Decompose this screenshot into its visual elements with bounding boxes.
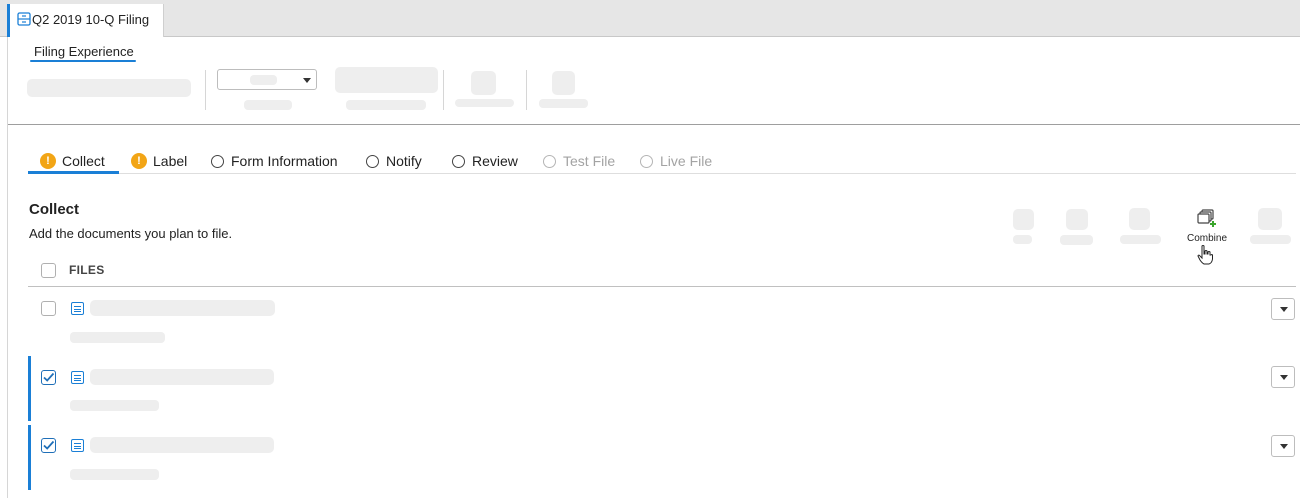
combine-button[interactable]: Combine (1180, 206, 1234, 268)
toolbar-label-placeholder (1250, 235, 1291, 244)
files-divider (28, 286, 1296, 287)
header-field-placeholder (27, 79, 191, 97)
step-live-file[interactable]: Live File (640, 151, 712, 171)
document-tab-label: Q2 2019 10-Q Filing (32, 12, 150, 27)
active-step-indicator (28, 171, 119, 174)
empty-circle-icon (452, 154, 465, 168)
chevron-down-icon (1280, 444, 1288, 449)
warning-icon: ! (131, 153, 147, 169)
step-notify[interactable]: Notify (366, 151, 422, 171)
warning-icon: ! (40, 153, 56, 169)
step-label: Review (472, 153, 518, 169)
selected-row-indicator (28, 425, 31, 490)
section-subtitle: Add the documents you plan to file. (29, 226, 233, 241)
document-icon (71, 439, 84, 452)
checkmark-icon (43, 440, 55, 450)
step-label: Collect (62, 153, 105, 169)
header-field-placeholder (539, 99, 588, 108)
file-name-placeholder[interactable] (90, 300, 275, 316)
empty-circle-icon (366, 154, 379, 168)
toolbar-button-placeholder[interactable] (1066, 209, 1088, 230)
step-label: Label (153, 153, 188, 169)
step-label: Test File (563, 153, 616, 169)
section-title: Collect (29, 201, 80, 218)
document-icon (71, 302, 84, 315)
step-review[interactable]: Review (452, 151, 518, 171)
combine-label: Combine (1186, 233, 1228, 244)
combine-documents-icon (1197, 209, 1216, 227)
header-field-placeholder (346, 100, 426, 110)
content-frame-border (7, 37, 8, 498)
toolbar-label-placeholder (1120, 235, 1161, 244)
toolbar-button-placeholder[interactable] (1129, 208, 1150, 230)
row-checkbox[interactable] (41, 370, 56, 385)
header-divider (8, 124, 1300, 125)
chevron-down-icon (303, 78, 311, 83)
toolbar-label-placeholder (1013, 235, 1032, 244)
file-meta-placeholder (70, 400, 159, 411)
header-field-placeholder (455, 99, 514, 107)
document-icon (71, 371, 84, 384)
step-test-file[interactable]: Test File (543, 151, 615, 171)
step-label: Form Information (231, 153, 338, 169)
window-tab-strip (0, 0, 1300, 36)
row-checkbox[interactable] (41, 301, 56, 316)
header-field-placeholder (471, 71, 496, 95)
row-actions-dropdown[interactable] (1271, 366, 1295, 388)
header-field-placeholder (244, 100, 292, 110)
chevron-down-icon (1280, 375, 1288, 380)
row-actions-dropdown[interactable] (1271, 298, 1295, 320)
header-separator (205, 70, 206, 110)
steps-baseline (28, 173, 1296, 174)
step-form-information[interactable]: Form Information (211, 151, 338, 171)
select-all-checkbox[interactable] (41, 263, 56, 278)
step-collect[interactable]: ! Collect (40, 151, 105, 171)
checkmark-icon (43, 372, 55, 382)
toolbar-button-placeholder[interactable] (1013, 209, 1034, 230)
tab-filing-experience[interactable]: Filing Experience (34, 44, 134, 59)
row-actions-dropdown[interactable] (1271, 435, 1295, 457)
files-column-header: FILES (69, 263, 105, 277)
file-meta-placeholder (70, 469, 159, 480)
empty-circle-icon (211, 154, 224, 168)
header-field-placeholder (335, 67, 438, 93)
toolbar-button-placeholder[interactable] (1258, 208, 1282, 230)
chevron-down-icon (1280, 307, 1288, 312)
filing-cabinet-icon (17, 12, 31, 26)
file-meta-placeholder (70, 332, 165, 343)
header-separator (526, 70, 527, 110)
empty-circle-icon (543, 154, 556, 168)
file-name-placeholder[interactable] (90, 369, 274, 385)
row-checkbox[interactable] (41, 438, 56, 453)
period-select-placeholder (250, 75, 277, 85)
step-label-step[interactable]: ! Label (131, 151, 187, 171)
header-separator (443, 70, 444, 110)
tab-strip-border (0, 36, 1300, 37)
active-tab-indicator (30, 60, 136, 62)
file-name-placeholder[interactable] (90, 437, 274, 453)
empty-circle-icon (640, 154, 653, 168)
hand-pointer-cursor-icon (1197, 245, 1213, 265)
toolbar-label-placeholder (1060, 235, 1093, 245)
step-label: Notify (386, 153, 422, 169)
selected-row-indicator (28, 356, 31, 421)
step-label: Live File (660, 153, 713, 169)
header-field-placeholder (552, 71, 575, 95)
